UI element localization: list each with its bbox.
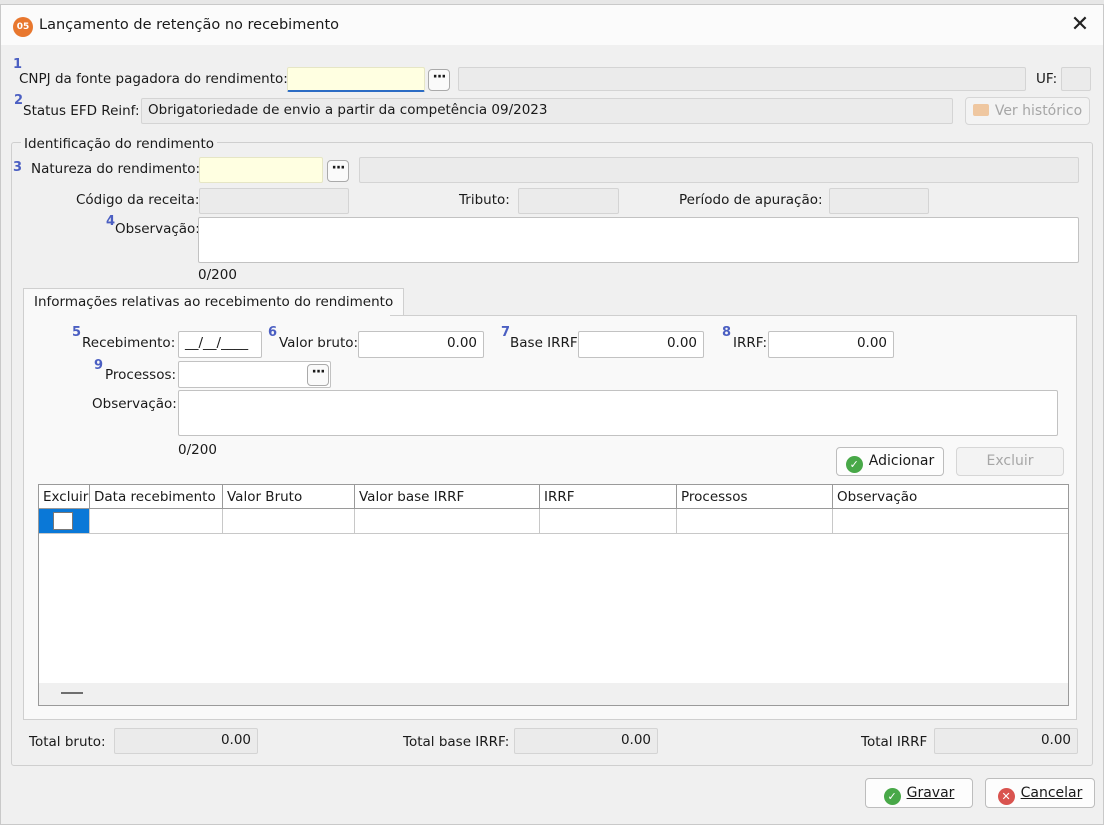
uf-label: UF: [1036, 71, 1058, 87]
periodo-label: Período de apuração: [679, 192, 823, 208]
col-data-recebimento[interactable]: Data recebimento [90, 485, 223, 509]
valor-bruto-input[interactable]: 0.00 [358, 331, 484, 358]
marker-4: 4 [106, 214, 116, 229]
col-processos[interactable]: Processos [677, 485, 833, 509]
status-label: Status EFD Reinf: [23, 103, 140, 119]
base-irrf-input[interactable]: 0.00 [578, 331, 704, 358]
total-irrf-field: 0.00 [934, 728, 1078, 754]
processos-label: Processos: [105, 367, 177, 383]
table-row-valor-bruto-cell[interactable] [223, 509, 355, 534]
marker-1: 1 [13, 57, 23, 72]
tributo-field [518, 188, 619, 214]
marker-6: 6 [268, 325, 278, 340]
marker-9: 9 [94, 358, 104, 373]
status-field: Obrigatoriedade de envio a partir da com… [141, 98, 953, 124]
total-bruto-field: 0.00 [114, 728, 258, 754]
close-button[interactable]: ✕ [1057, 5, 1103, 45]
identificacao-group-title: Identificação do rendimento [21, 136, 218, 152]
check-circle-icon: ✓ [883, 788, 901, 805]
natureza-input[interactable] [199, 157, 323, 183]
total-base-label: Total base IRRF: [403, 734, 510, 750]
marker-3: 3 [13, 160, 23, 175]
col-valor-bruto[interactable]: Valor Bruto [223, 485, 355, 509]
natureza-label: Natureza do rendimento: [31, 161, 201, 177]
valor-bruto-label: Valor bruto: [279, 335, 359, 351]
natureza-desc-field [359, 157, 1079, 183]
total-bruto-label: Total bruto: [29, 734, 106, 750]
gravar-button[interactable]: ✓ Gravar [865, 778, 973, 808]
excluir-button[interactable]: Excluir [956, 447, 1064, 476]
marker-5: 5 [72, 325, 82, 340]
window-title: Lançamento de retenção no recebimento [39, 17, 339, 33]
ver-historico-label: Ver histórico [994, 103, 1083, 119]
gravar-label: Gravar [906, 785, 955, 801]
excluir-label: Excluir [986, 453, 1034, 469]
base-irrf-label: Base IRRF: [510, 335, 582, 351]
total-irrf-label: Total IRRF [861, 734, 928, 750]
observacao-textarea[interactable] [198, 217, 1079, 263]
col-irrf[interactable]: IRRF [540, 485, 677, 509]
ver-historico-button[interactable]: Ver histórico [965, 97, 1090, 125]
table-row-irrf-cell[interactable] [540, 509, 677, 534]
uf-field [1061, 67, 1091, 91]
recebimento-observacao-textarea[interactable] [178, 390, 1058, 436]
natureza-lookup-button[interactable]: ··· [327, 160, 349, 182]
tab-joint [24, 314, 390, 316]
marker-7: 7 [501, 325, 511, 340]
codigo-receita-label: Código da receita: [76, 192, 200, 208]
cancelar-button[interactable]: ✕ Cancelar [985, 778, 1095, 808]
dialog-window: 05 Lançamento de retenção no recebimento… [0, 4, 1104, 825]
observacao-label: Observação: [115, 221, 200, 237]
marker-8: 8 [722, 325, 732, 340]
cnpj-label: CNPJ da fonte pagadora do rendimento: [19, 71, 288, 87]
grid-header: Excluir Data recebimento Valor Bruto Val… [39, 485, 1068, 509]
tab-recebimento-label: Informações relativas ao recebimento do … [34, 294, 394, 310]
cancelar-label: Cancelar [1020, 785, 1083, 801]
adicionar-label: Adicionar [868, 453, 935, 469]
cnpj-lookup-button[interactable]: ··· [428, 69, 450, 91]
processos-lookup-button[interactable]: ··· [307, 364, 329, 386]
col-valor-base-irrf[interactable]: Valor base IRRF [355, 485, 540, 509]
history-icon [972, 104, 989, 116]
recebimento-date-input[interactable]: __/__/____ [178, 331, 262, 358]
col-observacao[interactable]: Observação [833, 485, 1068, 509]
cnpj-input[interactable] [287, 67, 425, 92]
periodo-field [829, 188, 929, 214]
recebimento-observacao-label: Observação: [92, 396, 177, 412]
table-row-excluir-cell[interactable] [39, 509, 90, 534]
app-logo-icon: 05 [13, 17, 33, 37]
tributo-label: Tributo: [459, 192, 510, 208]
table-row-processos-cell[interactable] [677, 509, 833, 534]
cnpj-name-field [458, 67, 1026, 91]
irrf-input[interactable]: 0.00 [768, 331, 894, 358]
cancel-circle-icon: ✕ [997, 788, 1015, 805]
grid-navigator [39, 683, 1068, 705]
col-excluir[interactable]: Excluir [39, 485, 90, 509]
codigo-receita-field [199, 188, 349, 214]
adicionar-button[interactable]: ✓ Adicionar [836, 447, 944, 476]
recebimento-label: Recebimento: [82, 335, 176, 351]
table-row-observacao-cell[interactable] [833, 509, 1068, 534]
marker-2: 2 [14, 93, 24, 108]
observacao-counter: 0/200 [198, 267, 237, 283]
table-row-base-irrf-cell[interactable] [355, 509, 540, 534]
total-base-field: 0.00 [514, 728, 658, 754]
remove-row-icon[interactable] [61, 692, 83, 694]
table-row-data-cell[interactable] [90, 509, 223, 534]
tab-recebimento[interactable]: Informações relativas ao recebimento do … [23, 288, 405, 316]
recebimentos-grid: Excluir Data recebimento Valor Bruto Val… [38, 484, 1069, 706]
irrf-label: IRRF: [733, 335, 768, 351]
recebimento-observacao-counter: 0/200 [178, 442, 217, 458]
title-bar: 05 Lançamento de retenção no recebimento… [1, 5, 1103, 45]
row-delete-checkbox[interactable] [53, 512, 73, 530]
check-circle-icon: ✓ [845, 456, 863, 473]
